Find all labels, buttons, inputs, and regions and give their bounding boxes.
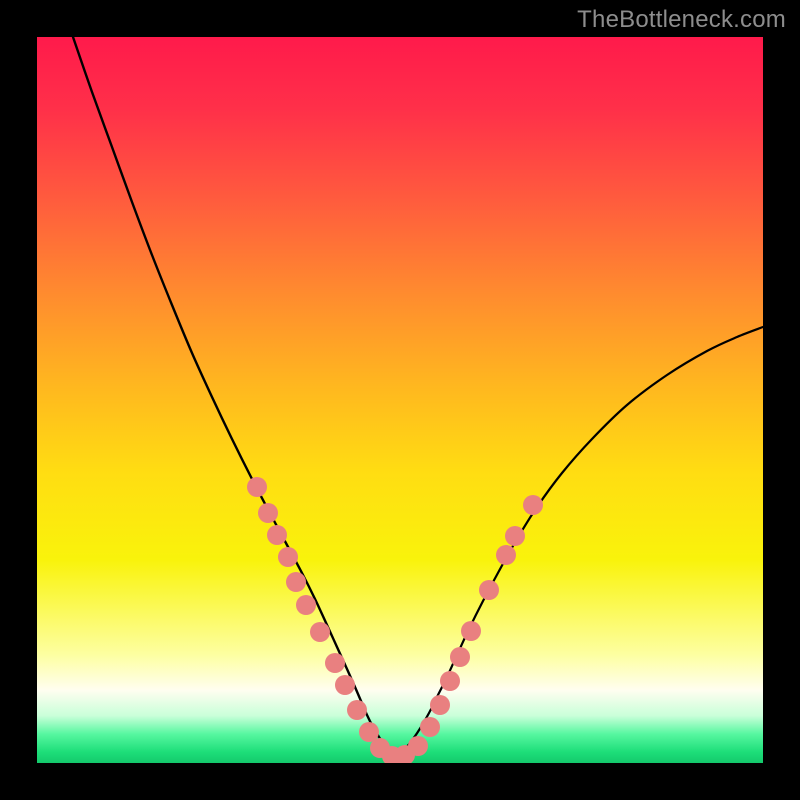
- highlight-dot: [479, 580, 499, 600]
- highlight-dot: [310, 622, 330, 642]
- highlight-dot: [420, 717, 440, 737]
- plot-area: [37, 37, 763, 763]
- curve-layer: [37, 37, 763, 763]
- highlight-dot: [247, 477, 267, 497]
- highlight-dot: [267, 525, 287, 545]
- highlight-dot: [325, 653, 345, 673]
- highlight-dot: [523, 495, 543, 515]
- highlight-dot: [440, 671, 460, 691]
- highlight-dot: [335, 675, 355, 695]
- highlight-dot: [496, 545, 516, 565]
- highlight-dot: [286, 572, 306, 592]
- highlight-dot: [408, 736, 428, 756]
- watermark-text: TheBottleneck.com: [577, 6, 786, 34]
- highlight-dot: [347, 700, 367, 720]
- curve-left-arm: [73, 37, 397, 757]
- highlight-dot: [461, 621, 481, 641]
- curve-right-arm: [397, 327, 763, 757]
- highlight-dot: [258, 503, 278, 523]
- highlight-dot: [505, 526, 525, 546]
- highlight-dot: [450, 647, 470, 667]
- highlight-dot: [278, 547, 298, 567]
- highlight-dots: [247, 477, 543, 763]
- highlight-dot: [430, 695, 450, 715]
- highlight-dot: [296, 595, 316, 615]
- chart-stage: TheBottleneck.com: [0, 0, 800, 800]
